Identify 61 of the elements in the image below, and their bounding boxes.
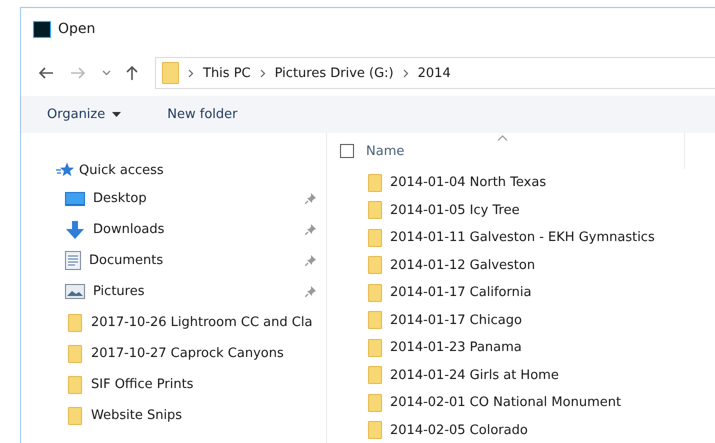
chevron-icon [188, 68, 194, 78]
pin-icon[interactable] [305, 193, 316, 204]
folder-name[interactable]: 2014-02-01 CO National Monument [390, 395, 622, 410]
sidebar-item[interactable]: SIF Office Prints [91, 377, 194, 392]
folder-name[interactable]: 2014-01-12 Galveston [390, 258, 536, 273]
folder-name[interactable]: 2014-01-05 Icy Tree [390, 202, 520, 218]
document-icon [65, 251, 81, 270]
folder-name[interactable]: 2014-01-23 Panama [390, 340, 522, 356]
monitor-icon [65, 192, 85, 206]
sidebar-item[interactable]: 2017-10-26 Lightroom CC and Cla [91, 315, 312, 330]
folder-icon [368, 174, 382, 192]
dropdown-icon[interactable] [102, 70, 111, 76]
folder-icon [368, 366, 382, 384]
folder-icon [368, 284, 382, 302]
address-bar[interactable]: This PC Pictures Drive (G:) 2014 [155, 57, 715, 89]
breadcrumb[interactable]: This PC [203, 66, 251, 80]
folder-name[interactable]: 2014-01-24 Girls at Home [390, 368, 559, 383]
folder-icon [368, 338, 382, 357]
chevron-icon [260, 68, 266, 78]
back-icon[interactable] [38, 66, 54, 80]
folder-icon [368, 394, 382, 412]
new-folder-button[interactable]: New folder [161, 103, 244, 126]
quick-access-link[interactable]: Quick access [79, 162, 164, 178]
folder-icon [68, 406, 82, 424]
sidebar-item[interactable]: Pictures [93, 284, 144, 299]
app-icon [33, 20, 51, 38]
folder-name[interactable]: 2014-01-17 California [390, 285, 532, 300]
folder-name[interactable]: 2014-01-04 North Texas [390, 175, 546, 190]
breadcrumb[interactable]: Pictures Drive (G:) [274, 66, 394, 80]
folder-name[interactable]: 2014-02-05 Colorado [390, 422, 528, 438]
folder-name[interactable]: 2014-01-17 Chicago [390, 312, 522, 328]
pin-icon[interactable] [305, 224, 316, 235]
folder-icon [368, 421, 382, 440]
sidebar-item[interactable]: 2017-10-27 Caprock Canyons [91, 346, 284, 361]
picture-icon [65, 284, 85, 299]
select-all-checkbox[interactable] [340, 144, 354, 158]
folder-icon [368, 311, 382, 330]
pin-icon[interactable] [305, 255, 316, 266]
folder-name[interactable]: 2014-01-11 Galveston - EKH Gymnastics [390, 230, 655, 246]
download-icon [65, 220, 85, 238]
breadcrumb[interactable]: 2014 [418, 66, 451, 80]
folder-icon [68, 344, 82, 362]
sidebar-item[interactable]: Desktop [93, 191, 147, 206]
organize-button[interactable]: Organize [41, 103, 128, 126]
up-icon[interactable] [125, 65, 139, 81]
folder-icon [368, 201, 382, 220]
folder-icon [368, 256, 382, 274]
window-title: Open [58, 21, 96, 37]
caret-icon [112, 112, 122, 117]
sidebar-item[interactable]: Website Snips [91, 408, 182, 423]
pin-icon[interactable] [305, 286, 316, 297]
folder-icon [162, 62, 179, 84]
column-header[interactable]: Name [366, 144, 404, 158]
sidebar-item[interactable]: Documents [89, 253, 164, 268]
folder-icon [68, 376, 82, 394]
folder-icon [368, 228, 382, 247]
folder-icon [68, 314, 82, 332]
star-icon [56, 162, 74, 178]
sidebar-item[interactable]: Downloads [93, 222, 164, 237]
forward-icon[interactable] [70, 66, 86, 80]
chevron-icon [402, 68, 409, 78]
